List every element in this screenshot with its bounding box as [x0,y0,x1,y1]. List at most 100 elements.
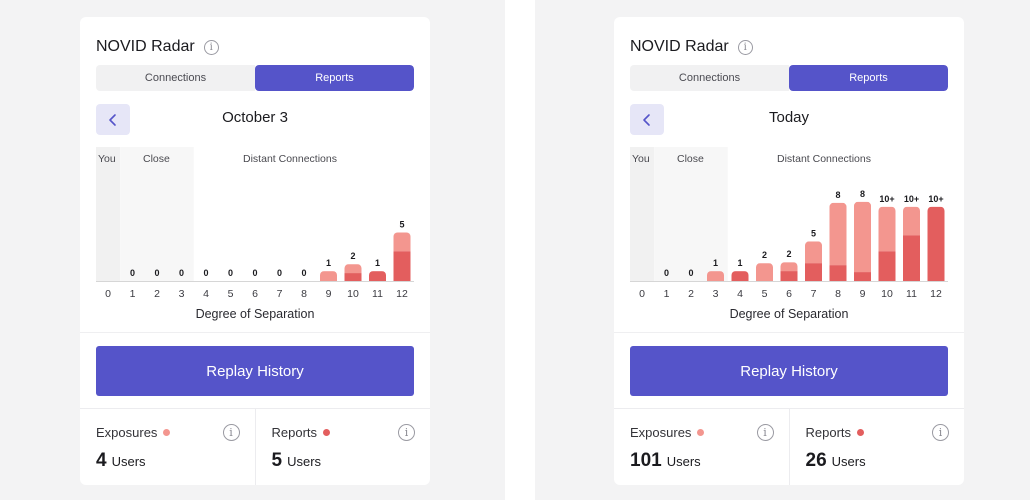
value-label: 5 [399,219,404,229]
bar-segment-exposure [344,264,362,274]
exposures-count: 4 [96,450,107,471]
replay-history-button[interactable]: Replay History [630,346,948,396]
bar-degree-9 [320,271,337,281]
tick-label: 7 [811,288,817,300]
value-label: 1 [326,258,331,268]
info-icon[interactable]: i [398,424,415,441]
bar-segment-exposure [805,241,822,264]
info-icon[interactable]: i [932,424,949,441]
tick-label: 9 [860,288,866,300]
bar-segment-report [878,251,896,281]
value-label: 0 [688,268,693,278]
tab-connections[interactable]: Connections [96,65,255,91]
tick-label: 3 [713,288,719,300]
radar-panel-today: NOVID Radar i Connections Reports Today … [614,17,964,485]
x-axis-label: Degree of Separation [196,307,315,321]
bar-segment-report [903,235,920,281]
value-label: 1 [375,258,380,268]
separation-chart: You Close Distant Connections 0 0 1 0 2 1 3 1 4 2 5 2 6… [630,147,948,323]
value-label: 5 [811,228,816,238]
value-label: 0 [252,268,257,278]
tick-label: 11 [372,288,383,300]
info-icon[interactable]: i [756,424,774,441]
tick-label: 6 [252,288,258,300]
bar-segment-exposure [903,206,920,236]
tick-label: 7 [277,288,283,300]
tick-label: 6 [786,288,792,300]
value-label: 0 [179,268,184,278]
tab-reports[interactable]: Reports [255,65,414,91]
reports-unit: Users [831,454,866,469]
reports-label: Reports [271,425,318,440]
bar-degree-11 [369,271,386,281]
bar-segment-exposure [854,201,871,273]
bar-degree-10 [344,264,362,281]
zone-label: You [632,153,650,165]
exposure-dot [697,429,705,436]
bar-segment-report [927,206,945,281]
zone-label: Close [143,153,170,165]
tab-connections[interactable]: Connections [630,65,789,91]
value-label: 2 [762,250,767,260]
replay-history-button[interactable]: Replay History [96,346,414,396]
panel-divider [505,0,535,500]
value-label: 0 [154,268,159,278]
report-dot [323,429,331,436]
date-label: Today [768,109,810,126]
value-label: 1 [737,258,742,268]
chevron-left-icon [109,113,116,126]
tick-label: 1 [664,288,670,300]
bar-degree-3 [707,271,724,281]
reports-count: 26 [805,450,827,471]
stats-row: Exposures i 4 Users Reports i 5 Users [80,408,430,485]
exposures-unit: Users [666,454,701,469]
bar-segment-report [829,265,847,281]
zone-you [96,147,121,281]
bar-degree-8 [829,202,847,281]
bar-degree-10 [878,206,896,281]
value-label: 0 [203,268,208,278]
tick-label: 10 [347,288,359,300]
value-label: 10+ [879,194,894,204]
reports-count: 5 [271,450,283,471]
info-icon[interactable]: i [203,39,219,55]
tick-label: 2 [154,288,160,300]
value-label: 8 [860,189,865,199]
value-label: 2 [350,251,355,261]
report-dot [857,429,865,436]
reports-stat: Reports i 26 Users [788,409,965,485]
zone-label: Distant Connections [243,153,337,165]
back-button[interactable] [96,104,130,135]
exposures-count: 101 [630,450,662,471]
separation-chart: You Close Distant Connections 0 0 1 0 2 0 3 0 4 0 5 0 6… [96,147,414,323]
bar-degree-12 [927,206,945,281]
bar-segment-report [369,271,386,281]
tick-label: 5 [762,288,768,300]
exposures-label: Exposures [96,425,158,440]
bar-segment-exposure [829,202,847,266]
date-label: October 3 [222,109,288,126]
tick-label: 4 [203,288,209,300]
bar-segment-report [731,271,749,281]
info-icon[interactable]: i [737,39,753,55]
back-button[interactable] [630,104,664,135]
tick-label: 1 [130,288,136,300]
panel-title: NOVID Radar [96,38,195,55]
bar-segment-exposure [780,262,798,272]
bar-segment-exposure [320,271,337,281]
tab-reports[interactable]: Reports [789,65,948,91]
value-label: 8 [835,190,840,200]
zone-label: Close [677,153,704,165]
tick-label: 8 [301,288,307,300]
bar-segment-exposure [756,263,773,281]
bar-segment-report [854,272,871,281]
bar-degree-6 [780,262,798,281]
tick-label: 3 [179,288,185,300]
value-label: 0 [664,268,669,278]
value-label: 10+ [928,194,943,204]
bar-segment-exposure [393,232,411,252]
exposures-stat: Exposures i 4 Users [80,409,255,485]
info-icon[interactable]: i [222,424,240,441]
bar-degree-9 [854,201,871,281]
bar-segment-exposure [707,271,724,281]
